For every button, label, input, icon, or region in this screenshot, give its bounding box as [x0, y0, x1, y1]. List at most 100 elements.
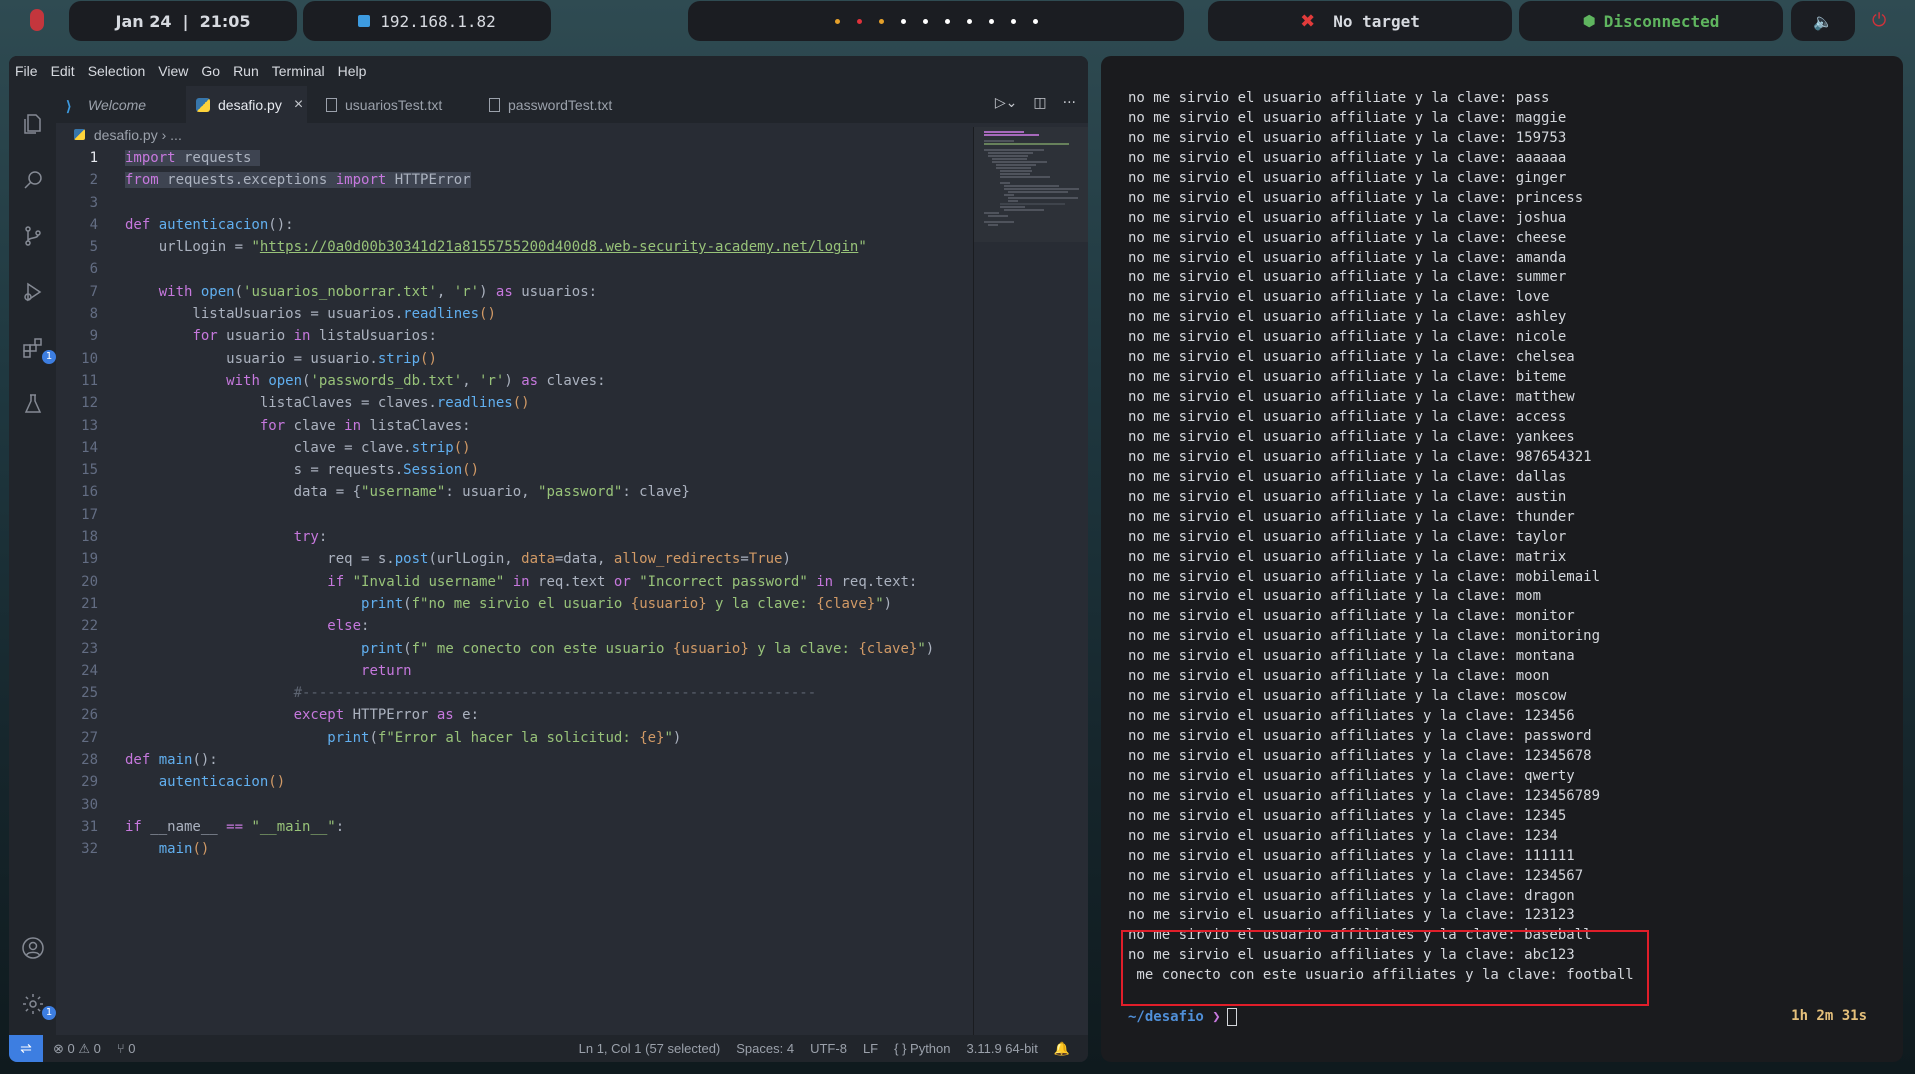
code-token: as	[521, 372, 539, 389]
code-token: )	[782, 551, 791, 568]
indentation[interactable]: Spaces: 4	[736, 1041, 794, 1056]
terminal-line: no me sirvio el usuario affiliate y la c…	[1128, 448, 1592, 465]
menu-run[interactable]: Run	[227, 63, 266, 79]
search-icon[interactable]	[21, 168, 45, 192]
menu-help[interactable]: Help	[332, 63, 374, 79]
target-widget[interactable]: ✖ No target	[1208, 1, 1512, 41]
code-token: "Invalid username"	[352, 573, 505, 590]
code-token: import	[335, 172, 387, 189]
terminal-line: no me sirvio el usuario affiliate y la c…	[1128, 668, 1550, 685]
workspace-dot[interactable]	[988, 18, 994, 24]
ports-indicator[interactable]: ⑂ 0	[117, 1041, 136, 1056]
tab-passwordtest[interactable]: passwordTest.txt	[479, 86, 639, 123]
tab-usuariostest[interactable]: usuariosTest.txt	[316, 86, 476, 123]
workspace-dot[interactable]	[1010, 18, 1016, 24]
code-token: : clave}	[622, 484, 690, 501]
code-token: "username"	[361, 484, 446, 501]
workspace-dot[interactable]	[922, 18, 928, 24]
vpn-widget[interactable]: ⬢ Disconnected	[1519, 1, 1783, 41]
line-number: 5	[89, 239, 98, 256]
language-mode[interactable]: { } Python	[894, 1041, 950, 1056]
encoding[interactable]: UTF-8	[810, 1041, 847, 1056]
terminal-line: no me sirvio el usuario affiliates y la …	[1128, 807, 1567, 824]
code-token: =data,	[554, 551, 614, 568]
code-token: in	[816, 573, 834, 590]
workspace-dot[interactable]	[856, 18, 862, 24]
code-token: )	[672, 729, 682, 746]
code-token: (urlLogin,	[428, 551, 522, 568]
workspace-dot[interactable]	[944, 18, 950, 24]
code-token: )	[479, 283, 496, 300]
terminal-window[interactable]: no me sirvio el usuario affiliate y la c…	[1101, 56, 1903, 1062]
more-actions-icon[interactable]: ···	[1063, 95, 1076, 111]
workspace-dot[interactable]	[834, 18, 840, 24]
highlight-box	[1121, 930, 1649, 1006]
account-icon[interactable]	[21, 936, 45, 960]
tab-desafio-py[interactable]: desafio.py ×	[186, 86, 307, 123]
menu-edit[interactable]: Edit	[45, 63, 82, 79]
code-token: "__main__"	[251, 818, 336, 835]
close-tab-icon[interactable]: ×	[294, 96, 303, 114]
menu-file[interactable]: File	[9, 63, 45, 79]
split-editor-icon[interactable]: ◫	[1033, 95, 1046, 111]
volume-widget[interactable]: 🔈	[1791, 1, 1855, 41]
python-interpreter[interactable]: 3.11.9 64-bit	[967, 1041, 1038, 1056]
workspace-dot[interactable]	[966, 18, 972, 24]
line-number: 24	[81, 662, 98, 679]
datetime-widget[interactable]: Jan 24 | 21:05	[69, 1, 297, 41]
menu-view[interactable]: View	[152, 63, 195, 79]
code-token: readlines	[436, 395, 513, 412]
target-text: No target	[1333, 11, 1420, 31]
ip-widget[interactable]: 192.168.1.82	[303, 1, 551, 41]
code-token: in	[344, 417, 362, 434]
code-editor[interactable]: desafio.py › ... 1 import requests 2 from …	[56, 123, 1088, 1035]
menu-terminal[interactable]: Terminal	[266, 63, 332, 79]
terminal-line: no me sirvio el usuario affiliate y la c…	[1128, 588, 1542, 605]
minimap[interactable]	[973, 127, 1088, 1035]
problems-indicator[interactable]: ⊗ 0 ⚠ 0	[53, 1041, 101, 1057]
line-number: 18	[81, 529, 98, 546]
notifications-bell-icon[interactable]: 🔔	[1054, 1041, 1070, 1057]
workspace-dot[interactable]	[1032, 18, 1038, 24]
code-token: __name__	[141, 818, 227, 835]
code-token: try	[293, 529, 319, 546]
terminal-line: no me sirvio el usuario affiliate y la c…	[1128, 528, 1567, 545]
launcher-icon[interactable]	[30, 9, 44, 31]
menu-selection[interactable]: Selection	[82, 63, 153, 79]
explorer-icon[interactable]	[21, 112, 45, 136]
menu-go[interactable]: Go	[195, 63, 227, 79]
code-token: :	[318, 529, 328, 546]
breadcrumb[interactable]: desafio.py › ...	[74, 127, 182, 143]
workspace-dot[interactable]	[900, 18, 906, 24]
url-link[interactable]: https://0a0d00b30341d21a8155755200d400d8…	[260, 239, 858, 255]
run-file-icon[interactable]: ▷⌄	[995, 95, 1018, 111]
run-debug-icon[interactable]	[21, 280, 45, 304]
code-token: if	[327, 573, 345, 590]
code-token: main	[158, 841, 193, 858]
line-number: 15	[81, 462, 98, 479]
tab-welcome[interactable]: ⟩ Welcome	[56, 86, 186, 123]
shell-prompt[interactable]: ~/desafio ❯	[1128, 1008, 1237, 1026]
power-icon[interactable]: ⏻	[1872, 10, 1886, 31]
code-token: from	[125, 172, 159, 189]
code-comment: #---------------------------------------…	[293, 685, 817, 702]
code-token: {clave}	[816, 595, 876, 612]
terminal-line: no me sirvio el usuario affiliate y la c…	[1128, 109, 1567, 126]
end-of-line[interactable]: LF	[863, 1041, 878, 1056]
line-number: 11	[81, 372, 98, 389]
python-icon	[74, 129, 85, 140]
terminal-line: no me sirvio el usuario affiliate y la c…	[1128, 548, 1567, 565]
source-control-icon[interactable]	[21, 224, 45, 248]
workspace-switcher[interactable]	[688, 1, 1184, 41]
code-token: ()	[453, 439, 471, 456]
testing-icon[interactable]	[21, 392, 45, 416]
code-token: :	[361, 618, 370, 635]
remote-indicator-icon[interactable]: ⇌	[9, 1035, 43, 1062]
cursor-position[interactable]: Ln 1, Col 1 (57 selected)	[579, 1041, 721, 1056]
workspace-dot[interactable]	[878, 18, 884, 24]
